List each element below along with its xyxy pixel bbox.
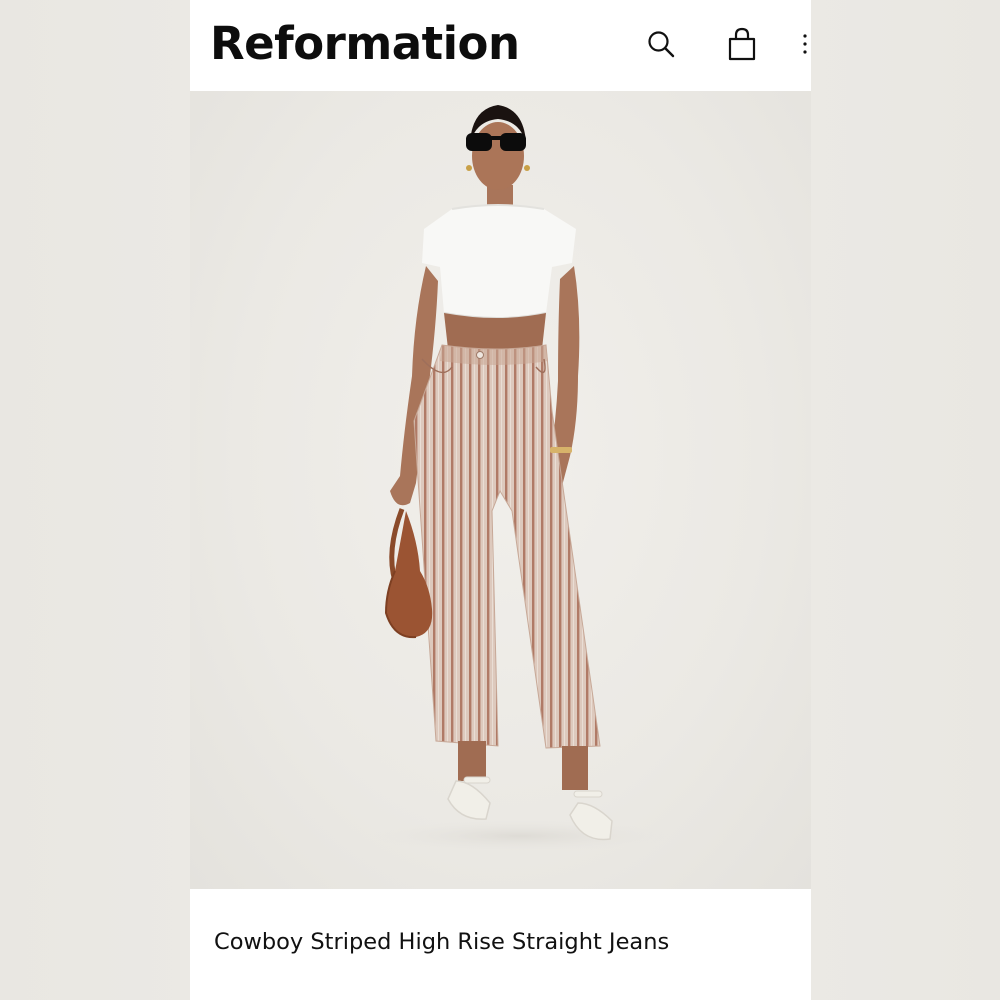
- more-vertical-icon: [803, 34, 807, 54]
- mobile-page: Reformation Cowboy Striped High Rise Str…: [190, 0, 811, 1000]
- site-header: Reformation: [190, 0, 811, 91]
- shopping-bag-icon: [728, 27, 756, 61]
- search-button[interactable]: [643, 26, 679, 62]
- product-title[interactable]: Cowboy Striped High Rise Straight Jeans: [214, 929, 669, 955]
- product-photo[interactable]: [190, 91, 811, 889]
- product-info: Cowboy Striped High Rise Straight Jeans: [190, 889, 811, 1000]
- shopping-bag-button[interactable]: [724, 26, 760, 62]
- more-options-button[interactable]: [798, 26, 811, 62]
- search-icon: [648, 31, 675, 58]
- model-illustration: [370, 105, 670, 852]
- brand-logo[interactable]: Reformation: [210, 14, 520, 74]
